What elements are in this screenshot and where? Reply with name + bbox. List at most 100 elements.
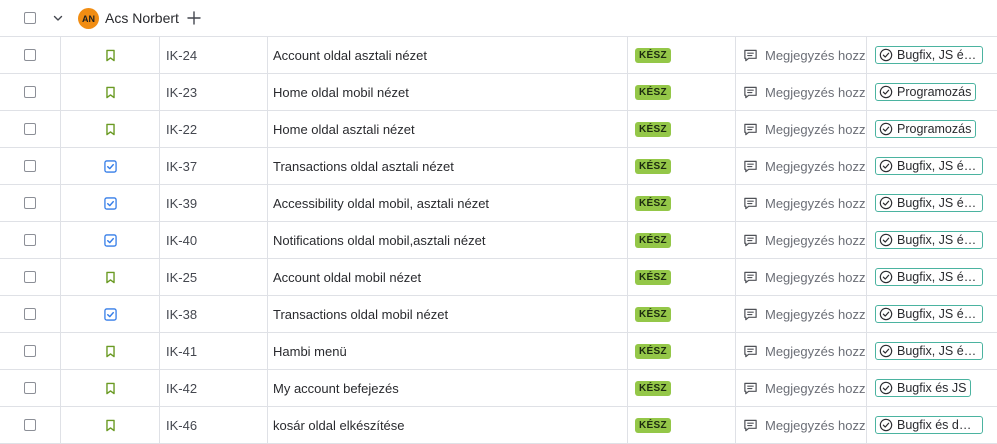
add-comment-link[interactable]: Megjegyzés hozzáadása bbox=[765, 159, 866, 174]
status-cell[interactable]: KÉSZ bbox=[628, 222, 736, 258]
chevron-down-icon[interactable] bbox=[52, 12, 64, 24]
label-cell[interactable]: Bugfix, JS és React bbox=[867, 296, 997, 332]
issue-key[interactable]: IK-39 bbox=[160, 185, 268, 221]
label-cell[interactable]: Programozás bbox=[867, 74, 997, 110]
add-comment-link[interactable]: Megjegyzés hozzáadása bbox=[765, 344, 866, 359]
comment-cell[interactable]: Megjegyzés hozzáadása bbox=[736, 370, 867, 406]
issue-summary[interactable]: Account oldal asztali nézet bbox=[268, 37, 628, 73]
status-cell[interactable]: KÉSZ bbox=[628, 111, 736, 147]
add-comment-link[interactable]: Megjegyzés hozzáadása bbox=[765, 270, 866, 285]
label-cell[interactable]: Bugfix, JS és React bbox=[867, 148, 997, 184]
avatar[interactable]: AN bbox=[78, 8, 99, 29]
status-badge[interactable]: KÉSZ bbox=[635, 84, 671, 100]
table-row[interactable]: IK-25 Account oldal mobil nézet KÉSZ Meg… bbox=[0, 259, 997, 296]
table-row[interactable]: IK-46 kosár oldal elkészítése KÉSZ Megje… bbox=[0, 407, 997, 444]
comment-cell[interactable]: Megjegyzés hozzáadása bbox=[736, 259, 867, 295]
comment-cell[interactable]: Megjegyzés hozzáadása bbox=[736, 222, 867, 258]
row-checkbox[interactable] bbox=[24, 382, 36, 394]
label-cell[interactable]: Bugfix, JS és React bbox=[867, 222, 997, 258]
label-chip[interactable]: Bugfix, JS és React bbox=[875, 268, 983, 286]
label-cell[interactable]: Bugfix, JS és React bbox=[867, 37, 997, 73]
status-cell[interactable]: KÉSZ bbox=[628, 333, 736, 369]
add-comment-link[interactable]: Megjegyzés hozzáadása bbox=[765, 85, 866, 100]
row-checkbox[interactable] bbox=[24, 271, 36, 283]
comment-cell[interactable]: Megjegyzés hozzáadása bbox=[736, 37, 867, 73]
comment-cell[interactable]: Megjegyzés hozzáadása bbox=[736, 148, 867, 184]
label-cell[interactable]: Bugfix és JS bbox=[867, 370, 997, 406]
add-comment-link[interactable]: Megjegyzés hozzáadása bbox=[765, 122, 866, 137]
label-cell[interactable]: Programozás bbox=[867, 111, 997, 147]
label-chip[interactable]: Programozás bbox=[875, 120, 977, 138]
label-cell[interactable]: Bugfix és design bbox=[867, 407, 997, 443]
status-badge[interactable]: KÉSZ bbox=[635, 269, 671, 285]
row-checkbox[interactable] bbox=[24, 123, 36, 135]
add-comment-link[interactable]: Megjegyzés hozzáadása bbox=[765, 196, 866, 211]
status-badge[interactable]: KÉSZ bbox=[635, 343, 671, 359]
group-select-checkbox[interactable] bbox=[24, 12, 36, 24]
label-cell[interactable]: Bugfix, JS és React bbox=[867, 259, 997, 295]
status-badge[interactable]: KÉSZ bbox=[635, 158, 671, 174]
row-checkbox[interactable] bbox=[24, 308, 36, 320]
status-cell[interactable]: KÉSZ bbox=[628, 407, 736, 443]
status-badge[interactable]: KÉSZ bbox=[635, 195, 671, 211]
issue-summary[interactable]: Home oldal asztali nézet bbox=[268, 111, 628, 147]
issue-key[interactable]: IK-42 bbox=[160, 370, 268, 406]
status-badge[interactable]: KÉSZ bbox=[635, 380, 671, 396]
row-checkbox[interactable] bbox=[24, 160, 36, 172]
table-row[interactable]: IK-40 Notifications oldal mobil,asztali … bbox=[0, 222, 997, 259]
add-comment-link[interactable]: Megjegyzés hozzáadása bbox=[765, 48, 866, 63]
issue-key[interactable]: IK-40 bbox=[160, 222, 268, 258]
label-chip[interactable]: Bugfix és JS bbox=[875, 379, 972, 397]
status-badge[interactable]: KÉSZ bbox=[635, 417, 671, 433]
label-chip[interactable]: Bugfix, JS és React bbox=[875, 231, 983, 249]
comment-cell[interactable]: Megjegyzés hozzáadása bbox=[736, 333, 867, 369]
status-badge[interactable]: KÉSZ bbox=[635, 121, 671, 137]
status-cell[interactable]: KÉSZ bbox=[628, 37, 736, 73]
status-cell[interactable]: KÉSZ bbox=[628, 148, 736, 184]
issue-summary[interactable]: My account befejezés bbox=[268, 370, 628, 406]
comment-cell[interactable]: Megjegyzés hozzáadása bbox=[736, 296, 867, 332]
row-checkbox[interactable] bbox=[24, 419, 36, 431]
comment-cell[interactable]: Megjegyzés hozzáadása bbox=[736, 185, 867, 221]
issue-key[interactable]: IK-22 bbox=[160, 111, 268, 147]
status-cell[interactable]: KÉSZ bbox=[628, 370, 736, 406]
label-chip[interactable]: Bugfix, JS és React bbox=[875, 342, 983, 360]
issue-summary[interactable]: kosár oldal elkészítése bbox=[268, 407, 628, 443]
status-badge[interactable]: KÉSZ bbox=[635, 47, 671, 63]
status-cell[interactable]: KÉSZ bbox=[628, 185, 736, 221]
issue-key[interactable]: IK-23 bbox=[160, 74, 268, 110]
label-chip[interactable]: Bugfix, JS és React bbox=[875, 305, 983, 323]
add-comment-link[interactable]: Megjegyzés hozzáadása bbox=[765, 307, 866, 322]
issue-key[interactable]: IK-37 bbox=[160, 148, 268, 184]
row-checkbox[interactable] bbox=[24, 197, 36, 209]
add-comment-link[interactable]: Megjegyzés hozzáadása bbox=[765, 381, 866, 396]
issue-key[interactable]: IK-46 bbox=[160, 407, 268, 443]
row-checkbox[interactable] bbox=[24, 234, 36, 246]
comment-cell[interactable]: Megjegyzés hozzáadása bbox=[736, 407, 867, 443]
table-row[interactable]: IK-24 Account oldal asztali nézet KÉSZ M… bbox=[0, 37, 997, 74]
label-chip[interactable]: Programozás bbox=[875, 83, 977, 101]
issue-summary[interactable]: Transactions oldal mobil nézet bbox=[268, 296, 628, 332]
issue-summary[interactable]: Transactions oldal asztali nézet bbox=[268, 148, 628, 184]
label-chip[interactable]: Bugfix, JS és React bbox=[875, 157, 983, 175]
issue-summary[interactable]: Hambi menü bbox=[268, 333, 628, 369]
issue-key[interactable]: IK-24 bbox=[160, 37, 268, 73]
label-chip[interactable]: Bugfix, JS és React bbox=[875, 46, 983, 64]
label-chip[interactable]: Bugfix és design bbox=[875, 416, 983, 434]
issue-key[interactable]: IK-25 bbox=[160, 259, 268, 295]
issue-summary[interactable]: Accessibility oldal mobil, asztali nézet bbox=[268, 185, 628, 221]
comment-cell[interactable]: Megjegyzés hozzáadása bbox=[736, 111, 867, 147]
table-row[interactable]: IK-38 Transactions oldal mobil nézet KÉS… bbox=[0, 296, 997, 333]
table-row[interactable]: IK-22 Home oldal asztali nézet KÉSZ Megj… bbox=[0, 111, 997, 148]
issue-key[interactable]: IK-41 bbox=[160, 333, 268, 369]
row-checkbox[interactable] bbox=[24, 86, 36, 98]
table-row[interactable]: IK-41 Hambi menü KÉSZ Megjegyzés hozzáad… bbox=[0, 333, 997, 370]
table-row[interactable]: IK-23 Home oldal mobil nézet KÉSZ Megjeg… bbox=[0, 74, 997, 111]
status-cell[interactable]: KÉSZ bbox=[628, 296, 736, 332]
add-comment-link[interactable]: Megjegyzés hozzáadása bbox=[765, 418, 866, 433]
comment-cell[interactable]: Megjegyzés hozzáadása bbox=[736, 74, 867, 110]
label-cell[interactable]: Bugfix, JS és React bbox=[867, 185, 997, 221]
row-checkbox[interactable] bbox=[24, 49, 36, 61]
status-cell[interactable]: KÉSZ bbox=[628, 259, 736, 295]
issue-summary[interactable]: Home oldal mobil nézet bbox=[268, 74, 628, 110]
